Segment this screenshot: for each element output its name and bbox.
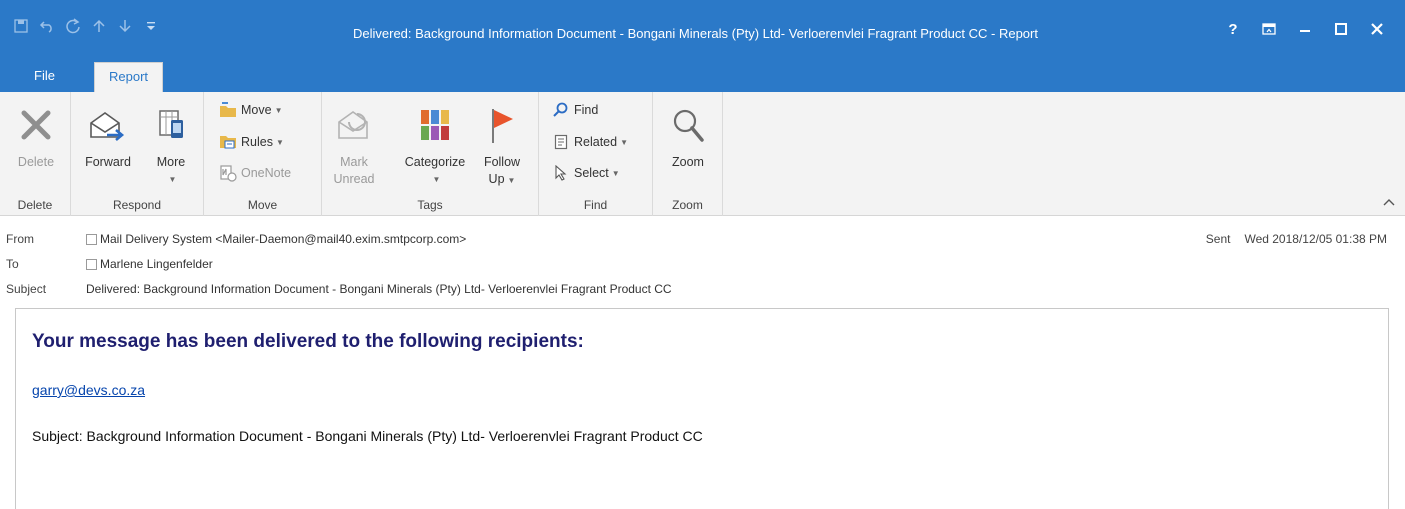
move-group: Move ▼ Rules ▼ OneNote Move <box>204 92 322 216</box>
contact-checkbox[interactable] <box>86 258 97 270</box>
follow-up-label-1: Follow <box>483 155 521 169</box>
zoom-icon <box>663 100 713 150</box>
delete-group: Delete Delete <box>0 92 71 216</box>
zoom-button[interactable]: Zoom <box>663 100 713 171</box>
maximize-icon[interactable] <box>1323 18 1359 40</box>
chevron-down-icon: ▼ <box>275 137 284 147</box>
sent-info: Sent Wed 2018/12/05 01:38 PM <box>1206 232 1387 246</box>
subject-label: Subject <box>6 282 47 296</box>
forward-button[interactable]: Forward <box>81 100 135 171</box>
more-icon <box>147 100 195 150</box>
related-button[interactable]: Related ▼ <box>551 131 628 153</box>
categorize-label: Categorize <box>404 155 466 169</box>
ribbon: Delete Delete Forward More ▼ Respond Mov… <box>0 92 1405 216</box>
to-label: To <box>6 257 19 271</box>
select-button[interactable]: Select ▼ <box>551 162 620 184</box>
ribbon-tabs: File Report <box>0 54 1405 92</box>
message-body[interactable]: Your message has been delivered to the f… <box>15 308 1389 509</box>
forward-icon <box>81 100 135 150</box>
related-icon <box>551 134 571 150</box>
tags-group: Mark Unread Categorize ▼ Follow Up ▼ Tags <box>322 92 539 216</box>
mark-unread-label-2: Unread <box>333 172 375 186</box>
mark-unread-label-1: Mark <box>340 155 368 169</box>
flag-icon <box>478 100 526 150</box>
search-icon <box>551 102 571 118</box>
mark-unread-icon <box>332 100 376 150</box>
delete-label: Delete <box>17 155 55 169</box>
chevron-down-icon: ▼ <box>620 137 629 147</box>
move-button[interactable]: Move ▼ <box>218 99 283 121</box>
ribbon-display-icon[interactable] <box>1251 18 1287 40</box>
from-text: Mail Delivery System <Mailer-Daemon@mail… <box>100 232 467 246</box>
from-value[interactable]: Mail Delivery System <Mailer-Daemon@mail… <box>86 232 466 246</box>
to-row: To Marlene Lingenfelder <box>0 254 1405 274</box>
forward-label: Forward <box>85 155 131 169</box>
onenote-button[interactable]: OneNote <box>218 162 291 184</box>
tab-file[interactable]: File <box>20 62 69 92</box>
rules-label: Rules <box>241 135 273 149</box>
categorize-icon <box>394 100 476 150</box>
contact-checkbox[interactable] <box>86 233 97 245</box>
find-group: Find Related ▼ Select ▼ Find <box>539 92 653 216</box>
window-title: Delivered: Background Information Docume… <box>353 26 1038 41</box>
find-group-label: Find <box>583 198 608 212</box>
window-controls: ? <box>1215 18 1395 40</box>
respond-group: Forward More ▼ Respond <box>71 92 204 216</box>
sent-label: Sent <box>1205 232 1231 246</box>
title-bar: Delivered: Background Information Docume… <box>0 0 1405 54</box>
subject-row: Subject Delivered: Background Informatio… <box>0 279 1405 299</box>
mark-unread-button[interactable]: Mark Unread <box>332 100 376 188</box>
follow-up-button[interactable]: Follow Up ▼ <box>478 100 526 189</box>
zoom-group: Zoom Zoom <box>653 92 723 216</box>
tab-report[interactable]: Report <box>94 62 164 92</box>
rules-button[interactable]: Rules ▼ <box>218 131 284 153</box>
more-button[interactable]: More ▼ <box>147 100 195 188</box>
delete-group-label: Delete <box>17 198 53 212</box>
follow-up-label-2: Up ▼ <box>488 172 516 186</box>
help-icon[interactable]: ? <box>1215 18 1251 40</box>
find-label: Find <box>574 103 599 117</box>
delete-icon <box>8 100 64 150</box>
tags-group-label: Tags <box>417 198 443 212</box>
to-text: Marlene Lingenfelder <box>100 257 213 271</box>
related-label: Related <box>574 135 618 149</box>
from-row: From Mail Delivery System <Mailer-Daemon… <box>0 229 1405 249</box>
move-label: Move <box>241 103 272 117</box>
find-button[interactable]: Find <box>551 99 598 121</box>
message-header: From Mail Delivery System <Mailer-Daemon… <box>0 216 1405 304</box>
delete-button[interactable]: Delete <box>8 100 64 171</box>
onenote-icon <box>218 164 238 182</box>
rules-icon <box>218 134 238 150</box>
move-group-label: Move <box>247 198 278 212</box>
zoom-group-label: Zoom <box>672 198 703 212</box>
subject-value: Delivered: Background Information Docume… <box>86 282 672 296</box>
onenote-label: OneNote <box>241 166 292 180</box>
delivery-heading: Your message has been delivered to the f… <box>32 331 584 352</box>
categorize-button[interactable]: Categorize ▼ <box>394 100 476 188</box>
folder-move-icon <box>218 102 238 118</box>
sent-value: Wed 2018/12/05 01:38 PM <box>1244 232 1387 246</box>
cursor-icon <box>551 165 571 181</box>
select-label: Select <box>574 166 609 180</box>
recipient-link[interactable]: garry@devs.co.za <box>32 382 145 398</box>
from-label: From <box>6 232 34 246</box>
chevron-down-icon: ▼ <box>274 105 283 115</box>
chevron-down-icon: ▼ <box>611 168 620 178</box>
chevron-down-icon: ▼ <box>168 175 177 184</box>
to-value[interactable]: Marlene Lingenfelder <box>86 257 213 271</box>
original-subject: Subject: Background Information Document… <box>32 428 703 444</box>
chevron-down-icon: ▼ <box>432 175 441 184</box>
zoom-label: Zoom <box>672 155 704 169</box>
more-label: More <box>156 155 186 169</box>
minimize-icon[interactable] <box>1287 18 1323 40</box>
close-icon[interactable] <box>1359 18 1395 40</box>
respond-group-label: Respond <box>112 198 162 212</box>
collapse-ribbon-icon[interactable] <box>1383 195 1395 209</box>
